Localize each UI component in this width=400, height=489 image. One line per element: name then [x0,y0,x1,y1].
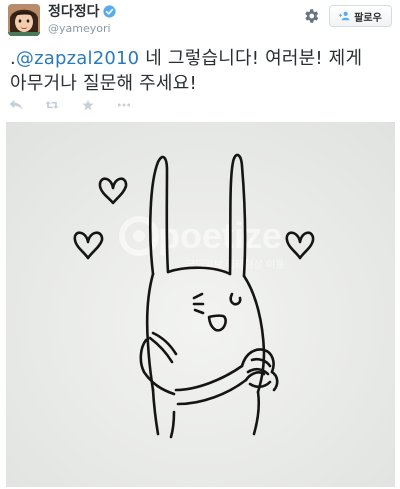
mention-link[interactable]: @zapzal2010 [16,48,139,69]
follow-button[interactable]: 팔로우 [329,5,392,27]
display-name[interactable]: 정다정다 [48,4,116,20]
favorite-icon[interactable] [81,99,95,111]
tweet-media-image[interactable]: poetize 국민일보 김태형상 이용 [6,122,395,487]
reply-icon[interactable] [9,99,23,111]
rabbit-drawing: poetize 국민일보 김태형상 이용 [6,122,395,487]
retweet-icon[interactable] [45,99,59,111]
tweet-text: .@zapzal2010 네 그렇습니다! 여러분! 제게 아무거나 질문해 주세… [10,46,395,96]
avatar[interactable] [8,4,40,36]
tweet-text-line1: 네 그렇습니다! 여러분! 제게 [139,48,363,69]
watermark-subtitle: 국민일보 김태형상 이용 [186,259,284,271]
add-user-icon [339,11,350,21]
more-icon[interactable] [117,99,131,111]
tweet-header: 정다정다 @yameyori 팔로우 [0,0,400,40]
follow-label: 팔로우 [354,12,382,24]
watermark-brand: poetize [158,215,282,256]
verified-badge-icon [102,5,116,18]
username[interactable]: @yameyori [48,22,111,35]
display-name-text[interactable]: 정다정다 [48,4,100,20]
avatar-image [8,4,40,36]
gear-icon[interactable] [302,7,320,25]
tweet-actions [9,99,131,113]
tweet-text-line2: 아무거나 질문해 주세요! [10,73,197,94]
